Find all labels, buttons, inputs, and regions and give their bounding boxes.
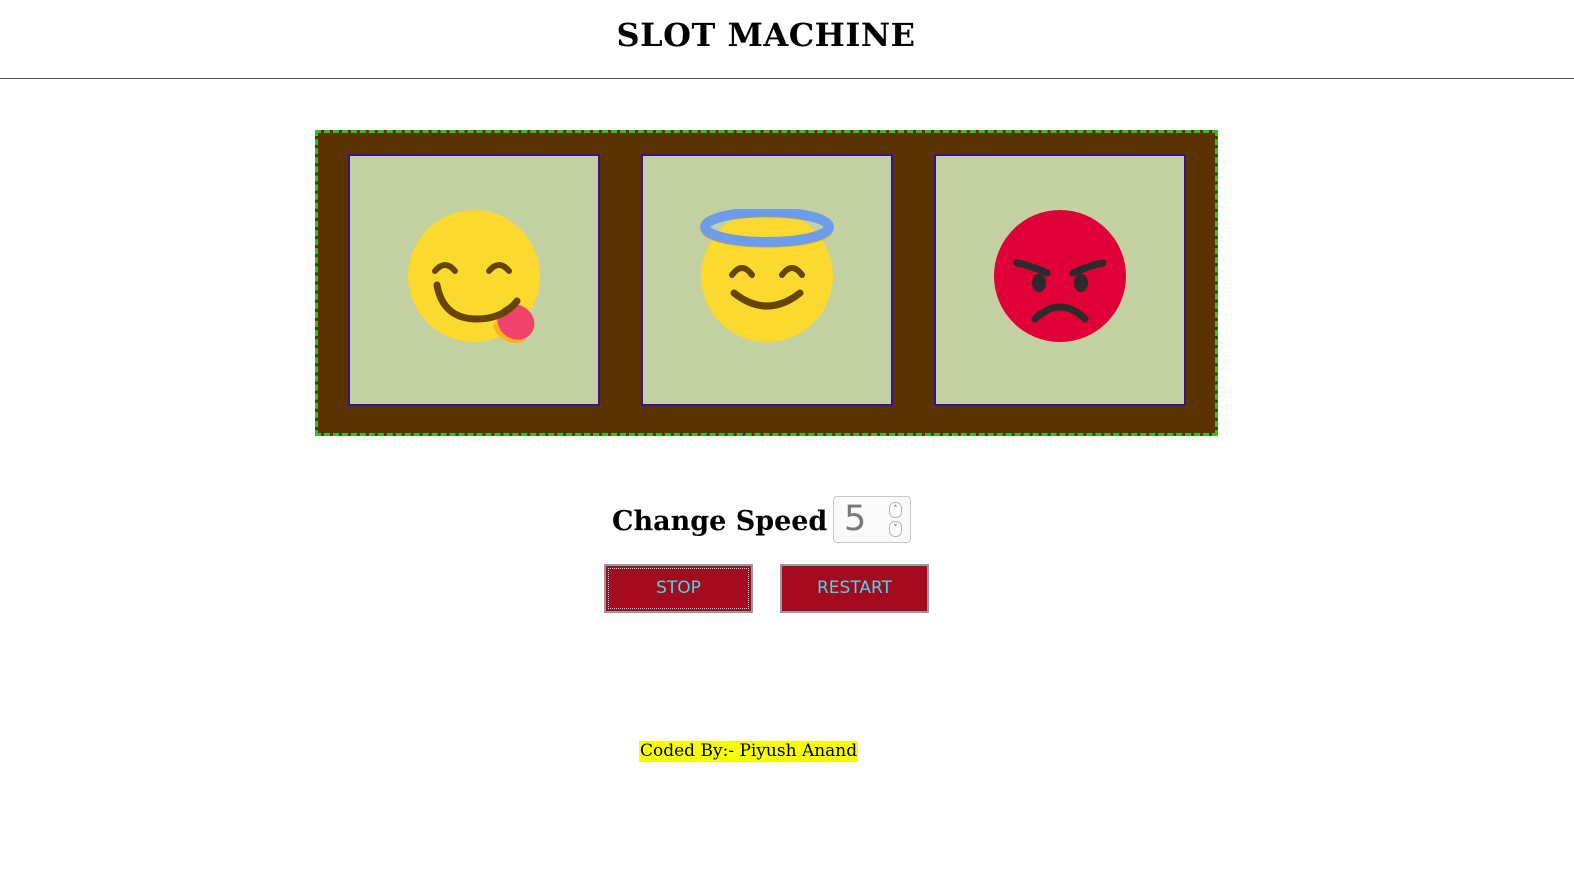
- restart-button[interactable]: RESTART: [780, 564, 929, 613]
- increment-icon[interactable]: ˄: [889, 502, 902, 518]
- speed-value: 5: [844, 499, 867, 539]
- speed-input[interactable]: 5 ˄ ˅: [833, 496, 911, 543]
- reel-3: [934, 154, 1186, 406]
- reel-1: [348, 154, 600, 406]
- page-title: SLOT MACHINE: [616, 16, 916, 54]
- smiling-face-with-halo-icon: [700, 209, 834, 342]
- face-savoring-food-icon: [408, 210, 540, 343]
- decrement-icon[interactable]: ˅: [889, 521, 902, 537]
- page-header: SLOT MACHINE: [0, 0, 1574, 79]
- reel-2: [641, 154, 893, 406]
- author-credit: Coded By:- Piyush Anand: [639, 741, 859, 762]
- stop-button[interactable]: STOP: [604, 564, 753, 613]
- angry-face-icon: [994, 210, 1126, 342]
- slot-machine: [315, 130, 1218, 436]
- speed-label: Change Speed: [612, 506, 828, 537]
